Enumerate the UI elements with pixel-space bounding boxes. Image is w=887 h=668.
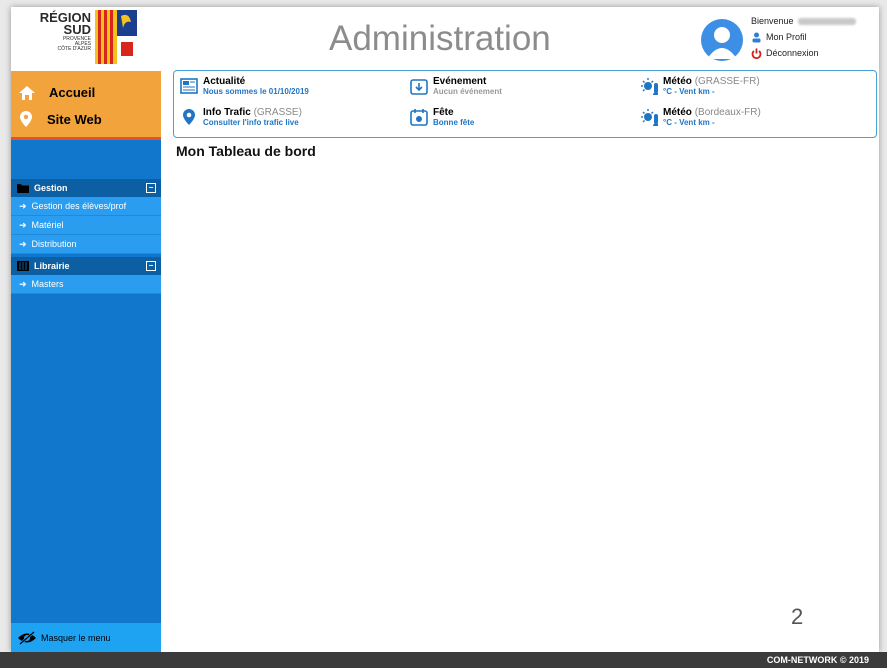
news-title: Actualité <box>203 76 246 87</box>
sidebar-item-gestion-eleves[interactable]: ➜ Gestion des élèves/prof <box>11 197 161 216</box>
hide-menu-label: Masquer le menu <box>41 633 111 643</box>
info-traffic[interactable]: Info Trafic (GRASSE) Consulter l'info tra… <box>180 107 302 128</box>
party-title: Fête <box>433 107 454 118</box>
page-number: 2 <box>791 604 804 629</box>
logo-line-cote: CÔTE D'AZUR <box>57 46 91 52</box>
collapse-icon[interactable]: − <box>146 183 156 193</box>
page-title: Administration <box>329 19 551 58</box>
hide-menu-button[interactable]: Masquer le menu <box>11 623 161 652</box>
weather-thermometer-icon <box>641 109 658 126</box>
power-icon <box>751 48 762 59</box>
sidebar-item-site-web[interactable]: Site Web <box>19 111 102 127</box>
info-weather-grasse[interactable]: Météo (GRASSE-FR) °C - Vent km - <box>640 76 760 97</box>
user-menu: Bienvenue Mon Profil Déconnexion <box>751 13 856 61</box>
sidebar-item-label: Accueil <box>49 85 96 100</box>
welcome-row: Bienvenue <box>751 13 856 29</box>
profile-label: Mon Profil <box>766 32 807 42</box>
logout-link[interactable]: Déconnexion <box>751 45 856 61</box>
arrow-right-icon: ➜ <box>19 278 27 289</box>
sidebar-item-masters[interactable]: ➜ Masters <box>11 275 161 294</box>
weather-thermometer-icon <box>641 78 658 95</box>
party-sub: Bonne fête <box>433 118 475 127</box>
profile-link[interactable]: Mon Profil <box>751 29 856 45</box>
app-window: RÉGION SUD PROVENCE ALPES CÔTE D'AZUR Ad… <box>11 7 879 652</box>
weather-location: (GRASSE-FR) <box>694 76 760 87</box>
arrow-right-icon: ➜ <box>19 238 27 249</box>
traffic-location: (GRASSE) <box>253 107 302 118</box>
sidebar-item-label: Distribution <box>31 239 77 249</box>
eye-slash-icon <box>18 631 36 645</box>
region-sud-logo[interactable]: RÉGION SUD PROVENCE ALPES CÔTE D'AZUR <box>33 8 153 70</box>
footer: COM-NETWORK © 2019 <box>0 652 887 668</box>
event-sub: Aucun événement <box>433 87 502 96</box>
region-flag-icon <box>95 10 137 64</box>
user-avatar[interactable] <box>701 19 743 61</box>
category-label: Gestion <box>34 183 68 193</box>
location-pin-icon <box>20 111 32 127</box>
sidebar-quick-links: Accueil Site Web <box>11 71 161 140</box>
sidebar-item-accueil[interactable]: Accueil <box>19 85 95 100</box>
arrow-right-icon: ➜ <box>19 200 27 211</box>
weather-sub: °C - Vent km - <box>663 118 715 127</box>
weather-location: (Bordeaux-FR) <box>694 107 761 118</box>
category-label: Librairie <box>34 261 70 271</box>
info-party[interactable]: Fête Bonne fête <box>410 107 474 128</box>
sidebar-item-label: Site Web <box>47 111 102 127</box>
info-weather-bordeaux[interactable]: Météo (Bordeaux-FR) °C - Vent km - <box>640 107 761 128</box>
info-news[interactable]: Actualité Nous sommes le 01/10/2019 <box>180 76 309 97</box>
sidebar-item-materiel[interactable]: ➜ Matériel <box>11 216 161 235</box>
event-title: Evénement <box>433 76 487 87</box>
calendar-party-icon <box>410 109 428 126</box>
welcome-label: Bienvenue <box>751 16 794 26</box>
folder-icon <box>17 184 29 193</box>
sidebar: Accueil Site Web Gestion − ➜ Gestion des… <box>11 71 161 652</box>
traffic-sub[interactable]: Consulter l'info trafic live <box>203 118 302 128</box>
collapse-icon[interactable]: − <box>146 261 156 271</box>
sidebar-item-label: Gestion des élèves/prof <box>31 201 127 211</box>
news-sub: Nous sommes le 01/10/2019 <box>203 87 309 96</box>
user-avatar-icon <box>707 27 737 59</box>
calendar-download-icon <box>410 79 428 95</box>
home-icon <box>19 85 35 100</box>
info-event[interactable]: Evénement Aucun événement <box>410 76 502 97</box>
traffic-title: Info Trafic <box>203 107 251 118</box>
redacted-username <box>797 17 856 25</box>
arrow-right-icon: ➜ <box>19 219 27 230</box>
info-panel: Actualité Nous sommes le 01/10/2019 Evéne… <box>173 70 877 138</box>
profile-icon <box>752 32 761 42</box>
sidebar-item-label: Matériel <box>31 220 64 230</box>
weather-sub: °C - Vent km - <box>663 87 715 96</box>
sidebar-category-librairie[interactable]: Librairie − <box>11 257 161 275</box>
logout-label: Déconnexion <box>766 48 819 58</box>
map-marker-icon <box>183 109 195 125</box>
weather-title: Météo <box>663 107 692 118</box>
logo-line-sud: SUD <box>63 22 91 37</box>
dashboard-title: Mon Tableau de bord <box>176 143 316 159</box>
footer-copyright: COM-NETWORK © 2019 <box>766 655 869 665</box>
newspaper-icon <box>180 78 198 94</box>
sidebar-item-distribution[interactable]: ➜ Distribution <box>11 235 161 254</box>
weather-title: Météo <box>663 76 692 87</box>
sidebar-item-label: Masters <box>31 279 64 289</box>
library-icon <box>17 261 29 271</box>
sidebar-category-gestion[interactable]: Gestion − <box>11 179 161 197</box>
